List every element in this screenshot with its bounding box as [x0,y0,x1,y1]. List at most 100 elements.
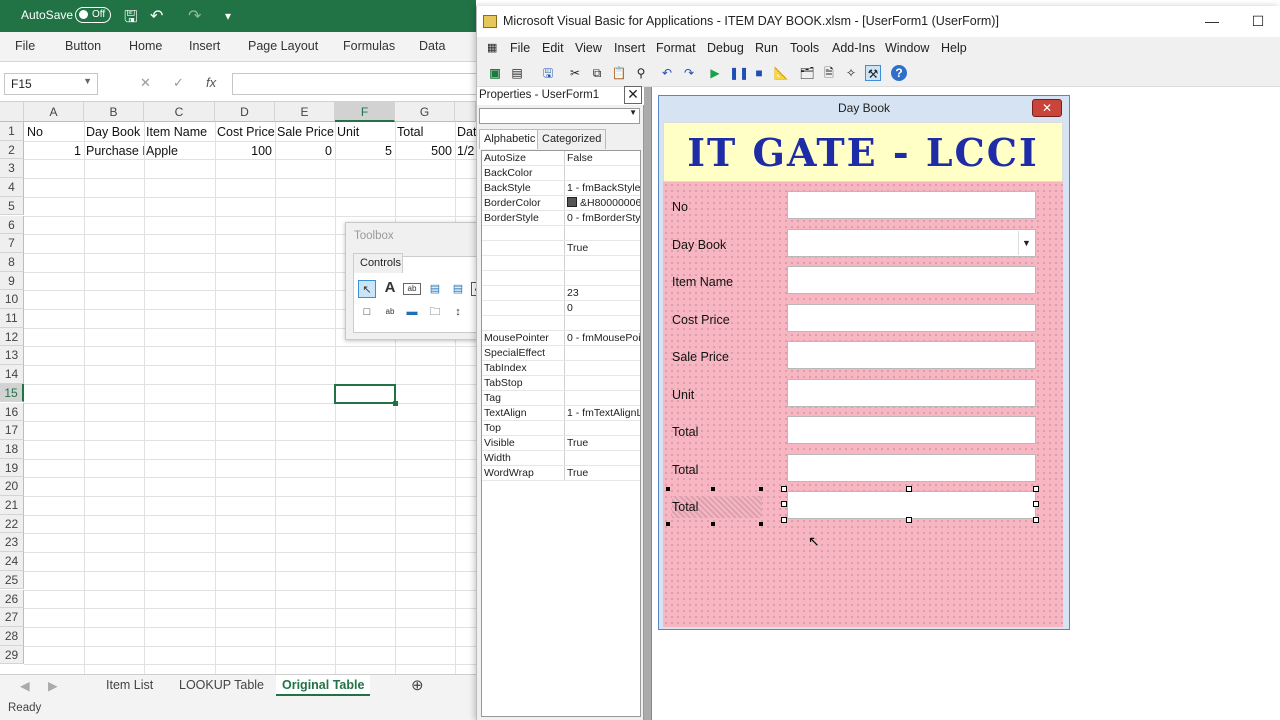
tab-insert[interactable]: Insert [189,39,220,53]
insert-function-icon[interactable]: fx [206,75,216,90]
cut-icon[interactable]: ✂ [567,65,583,81]
tab-file[interactable]: File [15,39,35,53]
column-header[interactable]: F [335,102,395,122]
row-header[interactable]: 17 [0,421,24,440]
property-row[interactable]: Width [482,451,640,466]
row-header[interactable]: 8 [0,252,24,272]
field-label[interactable]: Total [672,496,762,518]
column-header[interactable]: C [144,102,215,122]
row-header[interactable]: 24 [0,552,24,571]
field-textbox[interactable] [787,378,1036,407]
row-header[interactable]: 23 [0,533,24,553]
menu-add-ins[interactable]: Add-Ins [832,41,875,55]
tab-categorized[interactable]: Categorized [537,129,607,149]
resize-handle[interactable] [759,522,763,526]
cell-b1[interactable]: Day Book [86,123,144,141]
row-header[interactable]: 18 [0,439,24,459]
tab-alphabetic[interactable]: Alphabetic [479,129,541,149]
tab-formulas[interactable]: Formulas [343,39,395,53]
cell-h1[interactable]: Dat [457,123,476,141]
tab-page-layout[interactable]: Page Layout [248,39,318,53]
cell-e2[interactable]: 0 [275,142,335,160]
field-textbox[interactable] [787,453,1036,482]
row-header[interactable]: 13 [0,346,24,366]
insert-userform-icon[interactable]: ▤ [509,65,525,81]
tabstrip-tool-icon[interactable]: ▬ [403,303,421,321]
row-header[interactable]: 29 [0,645,24,665]
module-menu-icon[interactable]: ▦ [487,41,497,54]
multipage-tool-icon[interactable]: 🗀 [426,303,444,321]
property-row[interactable]: 0 [482,301,640,316]
sheet-tab-lookup-table[interactable]: LOOKUP Table [173,678,270,692]
paste-icon[interactable]: 📋 [611,65,627,81]
cancel-icon[interactable]: ✕ [140,75,151,91]
object-browser-icon[interactable]: ✧ [843,65,859,81]
row-header[interactable]: 6 [0,215,24,235]
cell-a1[interactable]: No [27,123,83,141]
formula-input[interactable] [232,73,476,95]
column-header[interactable]: A [24,102,84,122]
field-textbox[interactable] [787,266,1036,294]
banner-label[interactable]: IT GATE - LCCI [663,122,1063,182]
property-row[interactable]: TextAlign 1 - fmTextAlignL [482,406,640,421]
row-header[interactable]: 10 [0,290,24,309]
property-value[interactable] [564,421,640,435]
cell-f2[interactable]: 5 [335,142,395,160]
property-row[interactable]: BorderColor &H80000006 [482,196,640,211]
property-value[interactable] [564,271,640,285]
chevron-down-icon[interactable]: ▼ [629,108,637,117]
find-icon[interactable]: ⚲ [633,65,649,81]
tab-data[interactable]: Data [419,39,445,53]
row-header[interactable]: 3 [0,159,24,179]
property-value[interactable]: True [564,466,640,480]
cell-e1[interactable]: Sale Price [277,123,337,141]
select-all-corner[interactable] [0,102,24,122]
property-value[interactable] [564,451,640,465]
property-value[interactable]: True [564,436,640,450]
property-row[interactable]: Visible True [482,436,640,451]
run-icon[interactable]: ▶ [707,65,723,81]
property-value[interactable]: 0 - fmMousePoin [564,331,640,345]
row-header[interactable]: 5 [0,196,24,216]
select-objects-icon[interactable]: ↖ [358,280,376,298]
enter-icon[interactable]: ✓ [173,75,184,91]
field-label[interactable]: Total [672,459,762,481]
column-header[interactable]: G [395,102,455,122]
resize-handle[interactable] [906,486,912,492]
copy-icon[interactable]: ⧉ [589,65,605,81]
row-header[interactable]: 1 [0,122,24,141]
column-header[interactable]: D [215,102,275,122]
cell-d2[interactable]: 100 [215,142,275,160]
property-value[interactable] [564,256,640,270]
row-header[interactable]: 9 [0,271,24,291]
row-header[interactable]: 25 [0,570,24,590]
menu-help[interactable]: Help [941,41,967,55]
userform-client-area[interactable]: IT GATE - LCCI No Day Book ▼ Item Name Cost … [663,122,1063,627]
property-row[interactable]: BorderStyle 0 - fmBorderStyl [482,211,640,226]
close-icon[interactable]: ✕ [624,86,642,104]
redo-icon[interactable]: ↷ [681,65,697,81]
menu-file[interactable]: File [510,41,530,55]
property-row[interactable]: BackColor [482,166,640,181]
field-label[interactable]: No [672,196,762,218]
help-icon[interactable]: ? [891,65,907,81]
project-explorer-icon[interactable]: 🗂 [799,65,815,81]
worksheet-grid[interactable]: A B C D E F G 1 2 3 4 5 6 7 8 9 10 11 12 13 14 15 16 17 1… [0,102,476,674]
resize-handle[interactable] [1033,501,1039,507]
property-value[interactable]: False [564,151,640,165]
property-row[interactable]: WordWrap True [482,466,640,481]
menu-format[interactable]: Format [656,41,696,55]
object-selector[interactable]: ▼ [479,108,640,124]
property-row[interactable] [482,256,640,271]
property-value[interactable] [564,391,640,405]
scroll-right-icon[interactable]: ▶ [42,678,64,693]
column-header-partial[interactable] [455,102,476,122]
userform[interactable]: Day Book ✕ IT GATE - LCCI No Day Book ▼ Ite… [658,95,1070,630]
maximize-icon[interactable]: ☐ [1235,6,1280,37]
row-header[interactable]: 11 [0,309,24,328]
property-value[interactable]: 0 [564,301,640,315]
save-icon[interactable]: 🖫 [540,65,556,81]
chevron-down-icon[interactable]: ▼ [1018,230,1034,255]
minimize-icon[interactable]: — [1189,6,1235,37]
property-row[interactable]: AutoSize False [482,151,640,166]
